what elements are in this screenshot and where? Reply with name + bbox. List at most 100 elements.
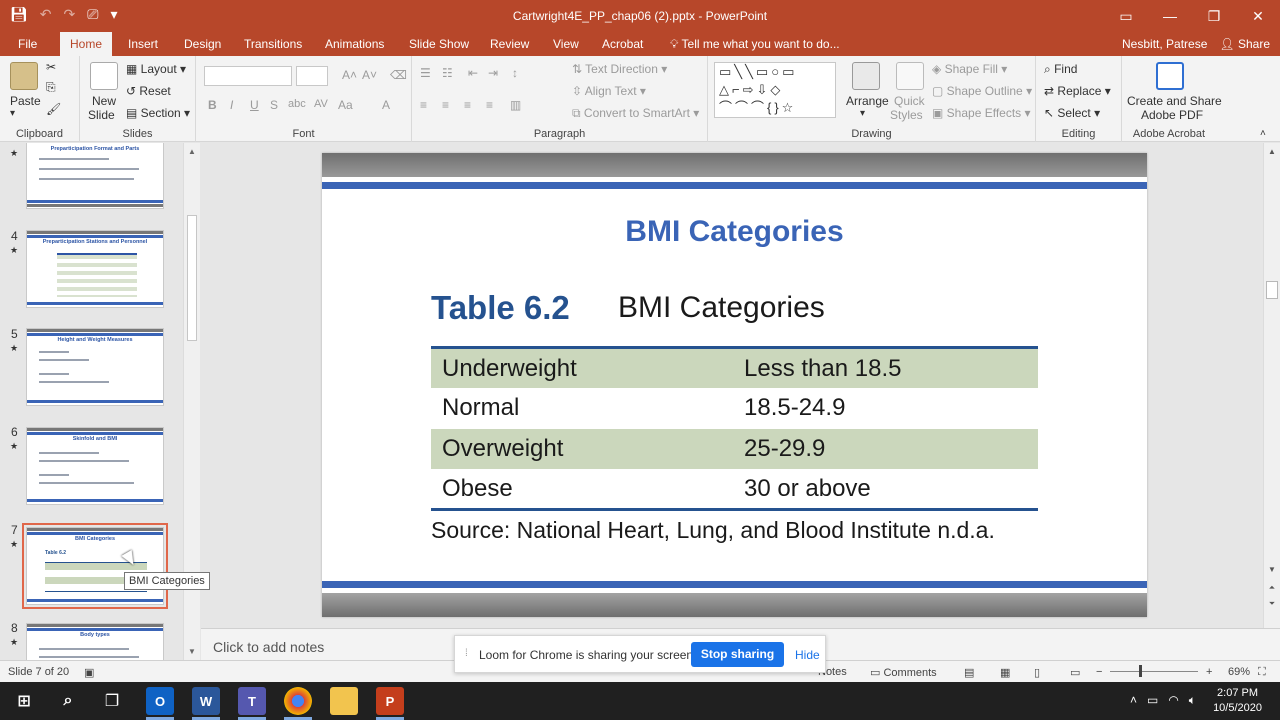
create-share-pdf-button[interactable]: Create and Share xyxy=(1127,94,1222,108)
close-button[interactable]: ✕ xyxy=(1236,0,1280,32)
decrease-font-icon[interactable]: A˅ xyxy=(362,68,377,82)
bold-icon[interactable]: B xyxy=(208,98,217,112)
user-name[interactable]: Nesbitt, Patrese xyxy=(1122,37,1207,51)
task-view-icon[interactable]: ❐ xyxy=(98,687,126,715)
quick-styles-button[interactable]: Quick xyxy=(894,94,925,108)
share-button[interactable]: 👤︎ Share xyxy=(1219,37,1270,51)
windows-start-icon[interactable]: ⊞ xyxy=(10,687,38,715)
numbering-icon[interactable]: ☷ xyxy=(442,66,453,80)
adobe-pdf-label[interactable]: Adobe PDF xyxy=(1141,108,1203,122)
clear-formatting-icon[interactable]: ⌫ xyxy=(390,68,407,82)
scroll-down-icon[interactable]: ▼ xyxy=(184,647,200,656)
copy-icon[interactable]: ⎘ xyxy=(46,80,56,95)
tab-view[interactable]: View xyxy=(543,32,589,56)
tab-review[interactable]: Review xyxy=(480,32,539,56)
chrome-icon[interactable] xyxy=(284,687,312,715)
italic-icon[interactable]: I xyxy=(230,98,233,112)
notes-placeholder[interactable]: Click to add notes xyxy=(213,639,324,655)
slide-thumbnail-selected[interactable]: BMI Categories Table 6.2 xyxy=(26,527,164,605)
find-button[interactable]: ⌕ Find xyxy=(1044,62,1077,77)
clock[interactable]: 2:07 PM 10/5/2020 xyxy=(1213,686,1262,716)
align-right-icon[interactable]: ≡ xyxy=(464,98,471,112)
section-button[interactable]: ▤ Section ▾ xyxy=(126,106,190,120)
reading-view-icon[interactable]: ▯ xyxy=(1034,666,1040,679)
bmi-table[interactable]: Underweight Less than 18.5 Normal 18.5-2… xyxy=(431,346,1038,511)
change-case-icon[interactable]: Aa xyxy=(338,98,353,112)
slide-scrollbar[interactable]: ▲ ▼ ⏶ ⏷ xyxy=(1263,143,1280,628)
new-slide-button[interactable]: New xyxy=(92,94,116,108)
previous-slide-icon[interactable]: ⏶ xyxy=(1264,583,1280,593)
drag-handle-icon[interactable]: ⁞ xyxy=(465,648,468,659)
format-painter-icon[interactable]: 🖌︎ xyxy=(46,102,61,116)
table-source[interactable]: Source: National Heart, Lung, and Blood … xyxy=(431,517,995,544)
slide-thumbnail[interactable]: Preparticipation Stations and Personnel xyxy=(26,230,164,308)
increase-indent-icon[interactable]: ⇥ xyxy=(488,66,498,80)
reset-button[interactable]: ↺ Reset xyxy=(126,84,171,98)
new-slide-icon[interactable] xyxy=(90,62,118,90)
scroll-handle[interactable] xyxy=(187,215,197,341)
layout-button[interactable]: ▦ Layout ▾ xyxy=(126,62,186,76)
underline-icon[interactable]: U xyxy=(250,98,259,112)
minimize-button[interactable]: — xyxy=(1148,0,1192,32)
tab-acrobat[interactable]: Acrobat xyxy=(592,32,653,56)
zoom-out-icon[interactable]: − xyxy=(1096,666,1102,678)
tab-design[interactable]: Design xyxy=(174,32,231,56)
decrease-indent-icon[interactable]: ⇤ xyxy=(468,66,478,80)
scroll-handle[interactable] xyxy=(1266,281,1278,299)
text-direction-button[interactable]: ⇅ Text Direction ▾ xyxy=(572,62,667,76)
normal-view-icon[interactable]: ▤ xyxy=(964,666,974,679)
quick-styles-icon[interactable] xyxy=(896,62,924,90)
maximize-button[interactable]: ❐ xyxy=(1192,0,1236,32)
slide-thumbnail[interactable]: Skinfold and BMI xyxy=(26,427,164,505)
powerpoint-icon[interactable]: P xyxy=(376,687,404,715)
zoom-slider[interactable] xyxy=(1110,671,1198,672)
slide-thumbnail[interactable]: Height and Weight Measures xyxy=(26,328,164,406)
convert-smartart-button[interactable]: ⧉ Convert to SmartArt ▾ xyxy=(572,106,699,121)
paste-dropdown-icon[interactable]: ▾ xyxy=(10,108,15,119)
increase-font-icon[interactable]: A˄ xyxy=(342,68,357,82)
battery-icon[interactable]: ▭ xyxy=(1147,693,1158,708)
shadow-icon[interactable]: S xyxy=(270,98,278,112)
next-slide-icon[interactable]: ⏷ xyxy=(1264,599,1280,609)
slide-sorter-icon[interactable]: ▦ xyxy=(1000,666,1010,679)
slide-thumbnail[interactable]: Body types xyxy=(26,623,164,660)
volume-icon[interactable]: 🔈︎ xyxy=(1189,693,1196,708)
teams-icon[interactable]: T xyxy=(238,687,266,715)
font-size-field[interactable] xyxy=(296,66,328,86)
character-spacing-icon[interactable]: AV xyxy=(314,98,328,110)
slideshow-icon[interactable]: ▭ xyxy=(1070,666,1080,679)
word-icon[interactable]: W xyxy=(192,687,220,715)
align-text-button[interactable]: ⇳ Align Text ▾ xyxy=(572,84,646,98)
zoom-level[interactable]: 69% xyxy=(1228,666,1250,678)
stop-sharing-button[interactable]: Stop sharing xyxy=(691,642,784,667)
align-left-icon[interactable]: ≡ xyxy=(420,98,427,112)
slide-canvas[interactable]: BMI Categories Table 6.2 BMI Categories … xyxy=(322,153,1147,617)
new-slide-label[interactable]: Slide xyxy=(88,108,115,122)
align-center-icon[interactable]: ≡ xyxy=(442,98,449,112)
pdf-icon[interactable] xyxy=(1156,62,1184,90)
shape-outline-button[interactable]: ▢ Shape Outline ▾ xyxy=(932,84,1032,98)
wifi-icon[interactable]: ◠ xyxy=(1168,693,1178,708)
font-name-field[interactable] xyxy=(204,66,292,86)
replace-button[interactable]: ⇄ Replace ▾ xyxy=(1044,84,1111,98)
outlook-icon[interactable]: O xyxy=(146,687,174,715)
tab-transitions[interactable]: Transitions xyxy=(234,32,312,56)
tab-animations[interactable]: Animations xyxy=(315,32,394,56)
arrange-icon[interactable] xyxy=(852,62,880,90)
tab-file[interactable]: File xyxy=(8,32,47,56)
tab-slide-show[interactable]: Slide Show xyxy=(399,32,479,56)
line-spacing-icon[interactable]: ↕ xyxy=(512,66,518,80)
spelling-icon[interactable]: ▣ xyxy=(84,666,94,679)
shape-fill-button[interactable]: ◈ Shape Fill ▾ xyxy=(932,62,1007,76)
scroll-up-icon[interactable]: ▲ xyxy=(1264,147,1280,156)
comments-button[interactable]: ▭ Comments xyxy=(870,666,937,679)
tab-home[interactable]: Home xyxy=(60,32,112,56)
shapes-gallery[interactable]: ▭╲╲▭○▭ △⌐⇨⇩◇ ⌒⌒⌒{}☆ xyxy=(714,62,836,118)
font-color-icon[interactable]: A xyxy=(382,98,390,112)
slide-title[interactable]: BMI Categories xyxy=(322,215,1147,249)
zoom-in-icon[interactable]: + xyxy=(1206,666,1212,678)
scroll-down-icon[interactable]: ▼ xyxy=(1264,565,1280,574)
file-explorer-icon[interactable] xyxy=(330,687,358,715)
scroll-up-icon[interactable]: ▲ xyxy=(184,147,200,156)
tab-insert[interactable]: Insert xyxy=(118,32,168,56)
